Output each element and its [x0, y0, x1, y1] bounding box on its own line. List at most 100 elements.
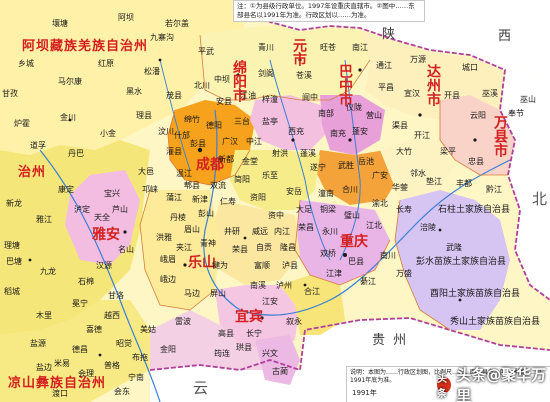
label-tianquan: 天全: [94, 213, 110, 222]
label-xide: 喜德: [86, 325, 102, 334]
label-guangyuan: 元市: [291, 38, 307, 66]
label-luding: 泸定: [74, 205, 90, 214]
label-hejiang: 合江: [304, 287, 320, 296]
label-hechuan: 合川: [342, 185, 358, 194]
label-weiyuan: 威远: [252, 227, 268, 236]
label-nanjiang: 南江: [352, 43, 368, 52]
label-xuyong: 叙永: [286, 317, 302, 326]
label-pingchang: 平昌: [378, 83, 394, 92]
label-maoxian: 茂县: [166, 91, 182, 100]
label-zhaojue: 昭觉: [116, 339, 132, 348]
label-luhuo: 炉霍: [14, 119, 30, 128]
label-tongjiang: 通江: [376, 61, 392, 70]
label-baoxing: 宝兴: [104, 189, 120, 198]
label-xiaojin: 小金: [100, 129, 116, 138]
label-puge: 普格: [104, 361, 120, 370]
label-hanyuan: 汉源: [96, 261, 112, 270]
label-yubei: 渝北: [372, 199, 388, 208]
label-guanghan: 广汉: [222, 137, 238, 146]
label-pengan: 蓬安: [352, 127, 368, 136]
label-zhongba: 中坝: [214, 75, 230, 84]
label-yanyuan: 盐源: [30, 339, 46, 348]
label-rongxian: 荣县: [232, 245, 248, 254]
label-wusheng: 武胜: [338, 161, 354, 170]
label-yibin: 宜宾: [235, 309, 263, 325]
label-chongqing: 重庆: [340, 234, 368, 250]
label-dechang: 德昌: [72, 345, 88, 354]
label-deyang: 德阳: [206, 121, 222, 130]
label-qianwei: 犍为: [212, 261, 228, 270]
label-pengxi: 蓬溪: [300, 149, 316, 158]
label-songpan: 松潘: [144, 67, 160, 76]
label-lixian: 理县: [136, 111, 152, 120]
label-chengkou: 城口: [462, 63, 478, 72]
label-jiangbei: 江北: [366, 221, 382, 230]
label-yilong: 仪陇: [346, 103, 362, 112]
label-dukou: 渡口: [52, 389, 68, 398]
label-shifang: 什邡: [174, 131, 190, 140]
label-baxian: 巴县: [348, 257, 364, 266]
label-miyi: 米易: [54, 359, 70, 368]
label-yongchuan: 永川: [322, 227, 338, 236]
label-lezhi: 乐至: [262, 171, 278, 180]
label-qianjiang: 黔江: [486, 185, 502, 194]
label-kaijiang: 开江: [414, 131, 430, 140]
label-nanxi: 南溪: [250, 281, 266, 290]
label-qijiang: 綦江: [360, 277, 376, 286]
label-jiulong: 九龙: [40, 267, 56, 276]
label-mianning: 冕宁: [72, 299, 88, 308]
label-xinlong: 新龙: [6, 199, 22, 208]
label-pujiang: 蒲江: [166, 193, 182, 202]
label-lu_xian: 泸县: [282, 261, 298, 270]
label-anxian: 安县: [216, 97, 232, 106]
label-litang: 理塘: [4, 241, 20, 250]
label-kangding: 康定: [58, 185, 74, 194]
label-fengdu: 丰都: [456, 179, 472, 188]
label-zhongjiang: 中江: [246, 137, 262, 146]
label-pengshan: 彭山: [198, 209, 214, 218]
label-jinchuan: 金川: [60, 113, 76, 122]
label-guangan: 广安: [372, 171, 388, 180]
label-xingwen: 兴文: [262, 349, 278, 358]
label-meigu: 美姑: [140, 325, 156, 334]
label-wushan: 巫山: [520, 95, 536, 104]
label-qingshen: 青神: [200, 239, 216, 248]
label-changshou: 长寿: [396, 205, 412, 214]
label-xinjin: 新津: [192, 195, 208, 204]
label-shehong: 射洪: [272, 149, 288, 158]
label-huili: 会理: [78, 369, 94, 378]
label-ebian: 峨边: [160, 275, 176, 284]
label-muli: 木里: [36, 311, 52, 320]
label-pengshui: 彭水苗族土家族自治县: [416, 257, 507, 267]
label-qionglai: 邛崃: [142, 185, 158, 194]
label-kaixian: 开县: [444, 91, 460, 100]
label-mianzhu: 绵竹: [184, 115, 200, 124]
label-aba-prefecture: 阿坝藏族羌族自治州: [22, 39, 149, 54]
label-nanchuan: 南川: [380, 251, 396, 260]
label-guizhou: 贵 州: [372, 333, 409, 348]
label-renshou: 仁寿: [220, 197, 236, 206]
label-nanbu: 南部: [318, 109, 334, 118]
label-gongxian: 珙县: [236, 343, 252, 352]
label-aba-county: 阿坝: [118, 13, 134, 22]
label-jiangan: 江安: [262, 297, 278, 306]
map-note-top: 注：①为县级行政单位。1997年设重庆直辖市。②图中……东部县名以1991年为准…: [233, 0, 425, 22]
label-linshui: 邻水: [410, 169, 426, 178]
label-shaanxi: 陕: [382, 27, 398, 42]
label-changning: 长宁: [246, 329, 262, 338]
label-pengxian: 彭县: [190, 139, 206, 148]
label-maerkang: 马尔康: [58, 77, 82, 86]
label-wulong: 武隆: [446, 243, 462, 252]
label-dayi: 大邑: [138, 167, 154, 176]
label-xindu: 新都: [218, 155, 234, 164]
label-gaoxian: 高县: [218, 329, 234, 338]
label-langzhong: 阆中: [302, 93, 318, 102]
map-canvas: 阿坝藏族羌族自治州 治州 凉山彝族自治州 陕 西 北 贵 州 云 绵阳市 元市 …: [0, 0, 550, 402]
label-mingshan: 名山: [118, 245, 134, 254]
watermark-text: 头条@聚华万里: [456, 366, 547, 402]
label-yajiang: 雅江: [36, 215, 52, 224]
label-anyue: 安岳: [286, 187, 302, 196]
label-junlian: 筠连: [214, 349, 230, 358]
label-dianjiang: 垫江: [426, 177, 442, 186]
label-xi: 西: [498, 29, 514, 44]
